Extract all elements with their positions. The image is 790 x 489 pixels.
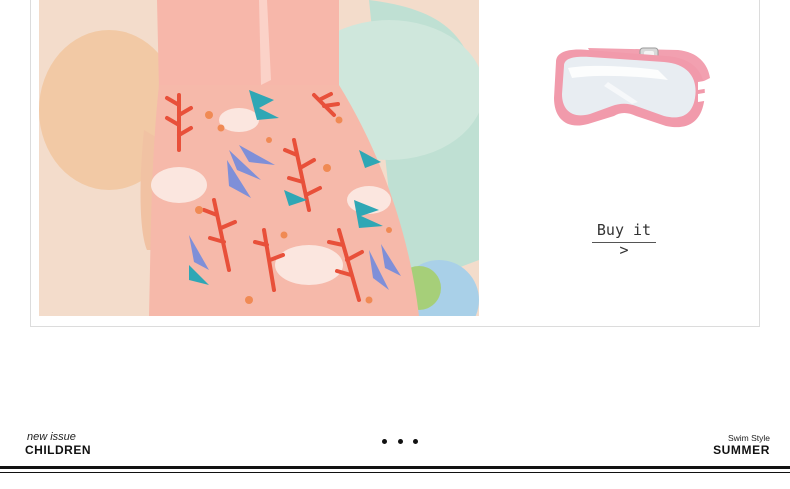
product-photo — [39, 0, 479, 316]
goggles-image — [548, 42, 716, 136]
dot-1 — [382, 438, 387, 444]
more-dots-icon — [382, 437, 418, 445]
dot-3 — [413, 438, 418, 444]
new-issue-text: new issue — [27, 431, 76, 443]
footer-left-label: new issue CHILDREN — [25, 431, 91, 457]
swim-style-text: Swim Style — [727, 433, 770, 443]
footer-divider-thick — [0, 466, 790, 469]
footer-right-label: Swim Style SUMMER — [713, 433, 770, 457]
footer-divider-thin — [0, 472, 790, 473]
summer-text: SUMMER — [713, 443, 770, 457]
children-text: CHILDREN — [25, 443, 91, 457]
buy-it-link[interactable]: Buy it > — [592, 220, 656, 259]
dot-2 — [397, 438, 403, 444]
model-image — [39, 0, 479, 316]
goggles-icon — [554, 47, 710, 128]
